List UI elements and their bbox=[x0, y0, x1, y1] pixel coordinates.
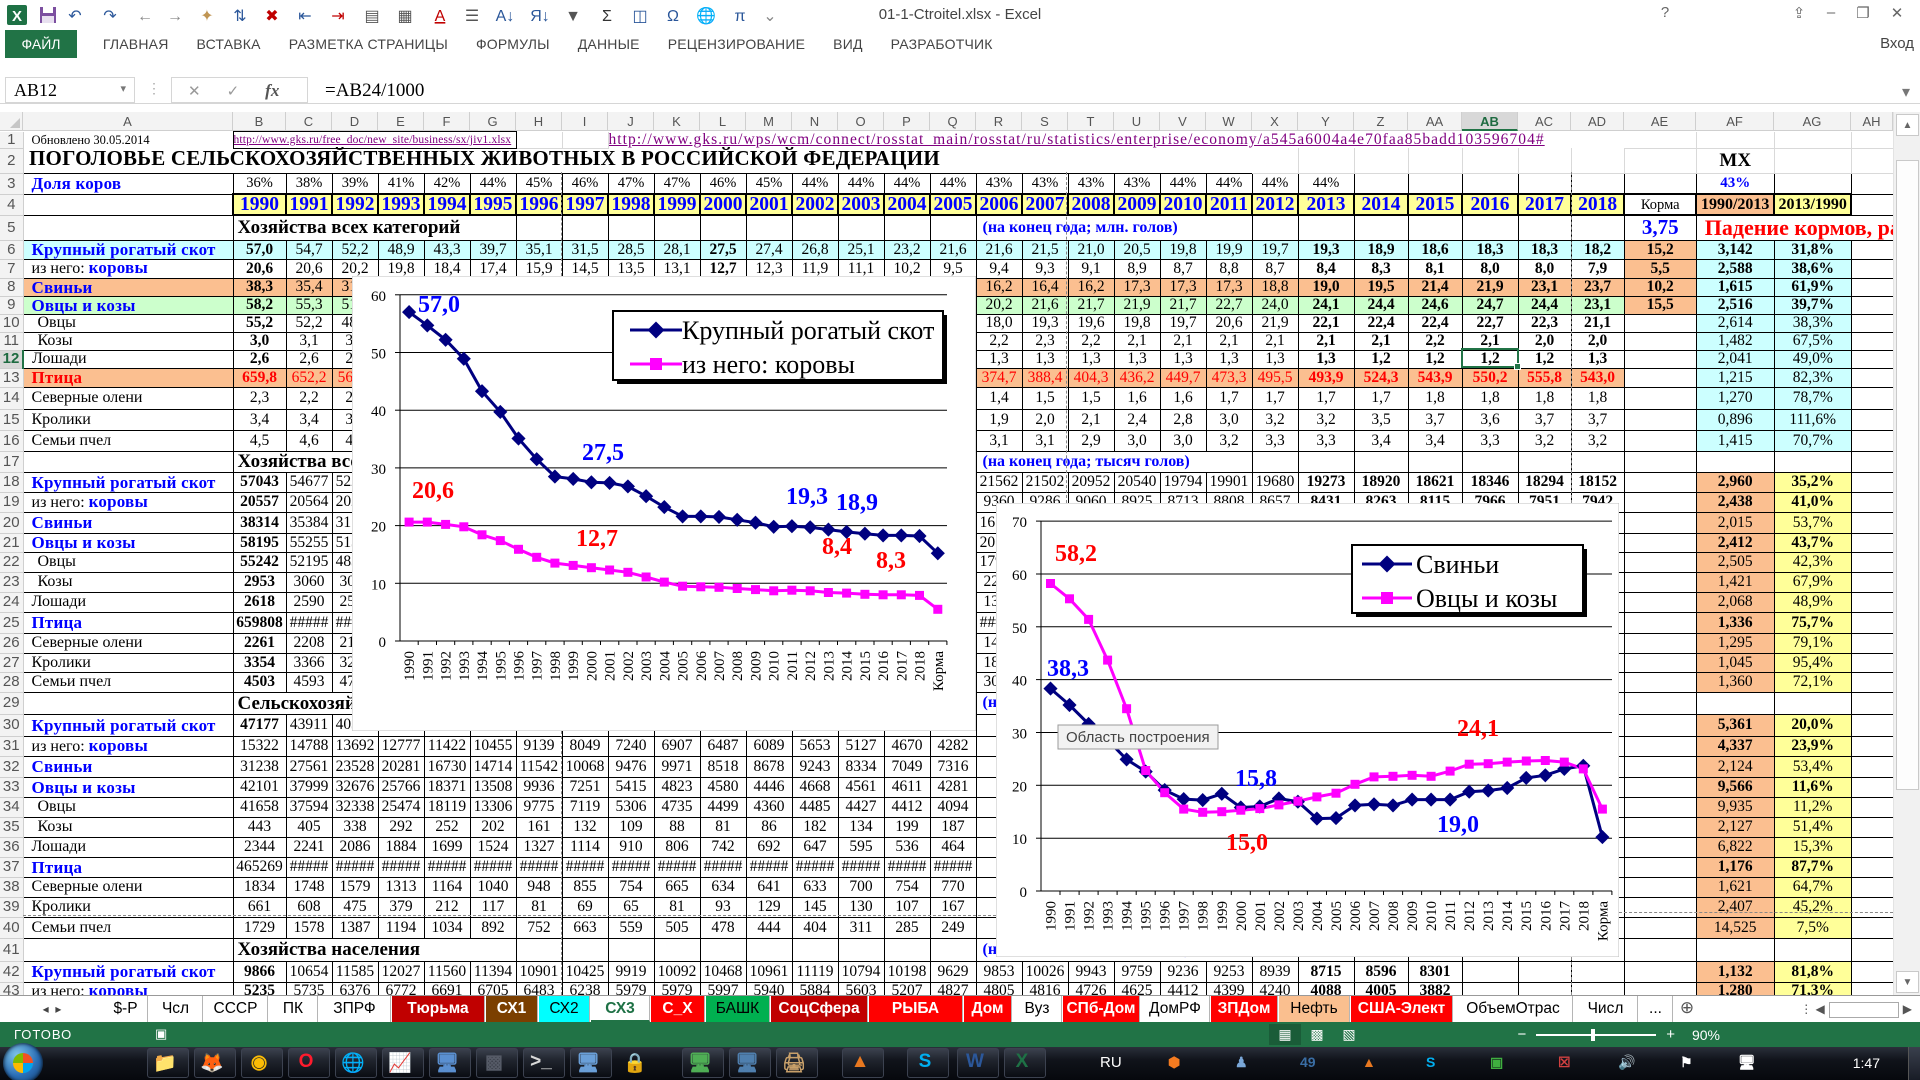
svg-text:2014: 2014 bbox=[840, 651, 856, 682]
svg-text:20: 20 bbox=[1012, 779, 1027, 795]
svg-text:2017: 2017 bbox=[894, 651, 910, 682]
svg-text:Корма: Корма bbox=[931, 651, 947, 691]
svg-text:18,9: 18,9 bbox=[836, 490, 878, 516]
svg-text:Корма: Корма bbox=[1595, 901, 1611, 941]
svg-text:1991: 1991 bbox=[1063, 901, 1079, 931]
svg-text:0: 0 bbox=[379, 635, 387, 651]
svg-text:2016: 2016 bbox=[876, 651, 892, 682]
svg-text:30: 30 bbox=[1012, 727, 1027, 743]
svg-text:2007: 2007 bbox=[712, 651, 728, 682]
svg-text:2009: 2009 bbox=[749, 651, 765, 681]
svg-text:19,0: 19,0 bbox=[1437, 812, 1479, 838]
svg-text:30: 30 bbox=[371, 462, 386, 478]
svg-text:2013: 2013 bbox=[1481, 901, 1497, 931]
svg-text:1999: 1999 bbox=[566, 651, 582, 681]
svg-text:70: 70 bbox=[1012, 515, 1027, 531]
svg-text:2012: 2012 bbox=[1462, 901, 1478, 931]
svg-text:1992: 1992 bbox=[439, 651, 455, 681]
svg-text:1998: 1998 bbox=[548, 651, 564, 681]
svg-text:Овцы и козы: Овцы и козы bbox=[1416, 584, 1557, 613]
svg-text:58,2: 58,2 bbox=[1055, 541, 1097, 567]
svg-text:2016: 2016 bbox=[1538, 901, 1554, 932]
svg-text:2003: 2003 bbox=[639, 651, 655, 681]
svg-text:Область построения: Область построения bbox=[1066, 729, 1210, 746]
svg-text:1991: 1991 bbox=[420, 651, 436, 681]
svg-text:15,0: 15,0 bbox=[1226, 830, 1268, 856]
svg-text:1993: 1993 bbox=[457, 651, 473, 681]
svg-text:2008: 2008 bbox=[1386, 901, 1402, 931]
svg-text:2001: 2001 bbox=[603, 651, 619, 681]
svg-text:50: 50 bbox=[1012, 621, 1027, 637]
svg-text:0: 0 bbox=[1020, 885, 1028, 901]
svg-text:20,6: 20,6 bbox=[412, 478, 454, 504]
svg-text:2015: 2015 bbox=[1519, 901, 1535, 931]
svg-text:2008: 2008 bbox=[730, 651, 746, 681]
svg-text:12,7: 12,7 bbox=[576, 526, 618, 552]
svg-text:20: 20 bbox=[371, 520, 386, 536]
svg-text:2000: 2000 bbox=[584, 651, 600, 681]
svg-text:40: 40 bbox=[1012, 674, 1027, 690]
svg-text:10: 10 bbox=[1012, 832, 1027, 848]
svg-text:1995: 1995 bbox=[1139, 901, 1155, 931]
svg-text:2004: 2004 bbox=[657, 651, 673, 682]
svg-text:2003: 2003 bbox=[1291, 901, 1307, 931]
svg-text:2009: 2009 bbox=[1405, 901, 1421, 931]
svg-text:2006: 2006 bbox=[694, 651, 710, 682]
svg-text:2015: 2015 bbox=[858, 651, 874, 681]
svg-text:1993: 1993 bbox=[1101, 901, 1117, 931]
svg-text:2000: 2000 bbox=[1234, 901, 1250, 931]
svg-text:50: 50 bbox=[371, 347, 386, 363]
svg-text:40: 40 bbox=[371, 404, 386, 420]
svg-text:2001: 2001 bbox=[1253, 901, 1269, 931]
svg-text:2012: 2012 bbox=[803, 651, 819, 681]
svg-text:2013: 2013 bbox=[821, 651, 837, 681]
svg-text:2006: 2006 bbox=[1348, 901, 1364, 932]
svg-text:8,4: 8,4 bbox=[822, 534, 852, 560]
svg-text:1997: 1997 bbox=[530, 651, 546, 682]
svg-text:Свиньи: Свиньи bbox=[1416, 550, 1499, 579]
svg-text:1996: 1996 bbox=[1158, 901, 1174, 932]
svg-text:1998: 1998 bbox=[1196, 901, 1212, 931]
svg-text:60: 60 bbox=[371, 289, 386, 305]
svg-text:24,1: 24,1 bbox=[1457, 716, 1499, 742]
svg-text:2017: 2017 bbox=[1557, 901, 1573, 932]
svg-text:из него: коровы: из него: коровы bbox=[682, 350, 855, 379]
svg-text:60: 60 bbox=[1012, 568, 1027, 584]
svg-text:2014: 2014 bbox=[1500, 901, 1516, 932]
svg-text:1990: 1990 bbox=[1044, 901, 1060, 931]
svg-text:8,3: 8,3 bbox=[876, 548, 906, 574]
svg-text:2004: 2004 bbox=[1310, 901, 1326, 932]
svg-text:1994: 1994 bbox=[475, 651, 491, 682]
svg-text:2010: 2010 bbox=[1424, 901, 1440, 931]
svg-text:1997: 1997 bbox=[1177, 901, 1193, 932]
svg-text:1996: 1996 bbox=[512, 651, 528, 682]
svg-text:19,3: 19,3 bbox=[786, 484, 828, 510]
svg-text:2005: 2005 bbox=[676, 651, 692, 681]
svg-text:15,8: 15,8 bbox=[1235, 766, 1277, 792]
svg-text:27,5: 27,5 bbox=[582, 440, 624, 466]
svg-text:2002: 2002 bbox=[1272, 901, 1288, 931]
svg-text:1994: 1994 bbox=[1120, 901, 1136, 932]
svg-text:2007: 2007 bbox=[1367, 901, 1383, 932]
svg-text:2011: 2011 bbox=[1443, 901, 1459, 930]
svg-text:2011: 2011 bbox=[785, 651, 801, 680]
svg-text:2010: 2010 bbox=[767, 651, 783, 681]
svg-text:10: 10 bbox=[371, 577, 386, 593]
svg-text:1990: 1990 bbox=[402, 651, 418, 681]
svg-text:2005: 2005 bbox=[1329, 901, 1345, 931]
svg-text:2018: 2018 bbox=[1576, 901, 1592, 931]
svg-text:57,0: 57,0 bbox=[418, 292, 460, 318]
svg-text:2002: 2002 bbox=[621, 651, 637, 681]
svg-text:1999: 1999 bbox=[1215, 901, 1231, 931]
svg-text:38,3: 38,3 bbox=[1047, 656, 1089, 682]
svg-text:1992: 1992 bbox=[1082, 901, 1098, 931]
svg-text:1995: 1995 bbox=[493, 651, 509, 681]
svg-text:2018: 2018 bbox=[913, 651, 929, 681]
svg-text:Крупный рогатый скот: Крупный рогатый скот bbox=[682, 316, 934, 345]
